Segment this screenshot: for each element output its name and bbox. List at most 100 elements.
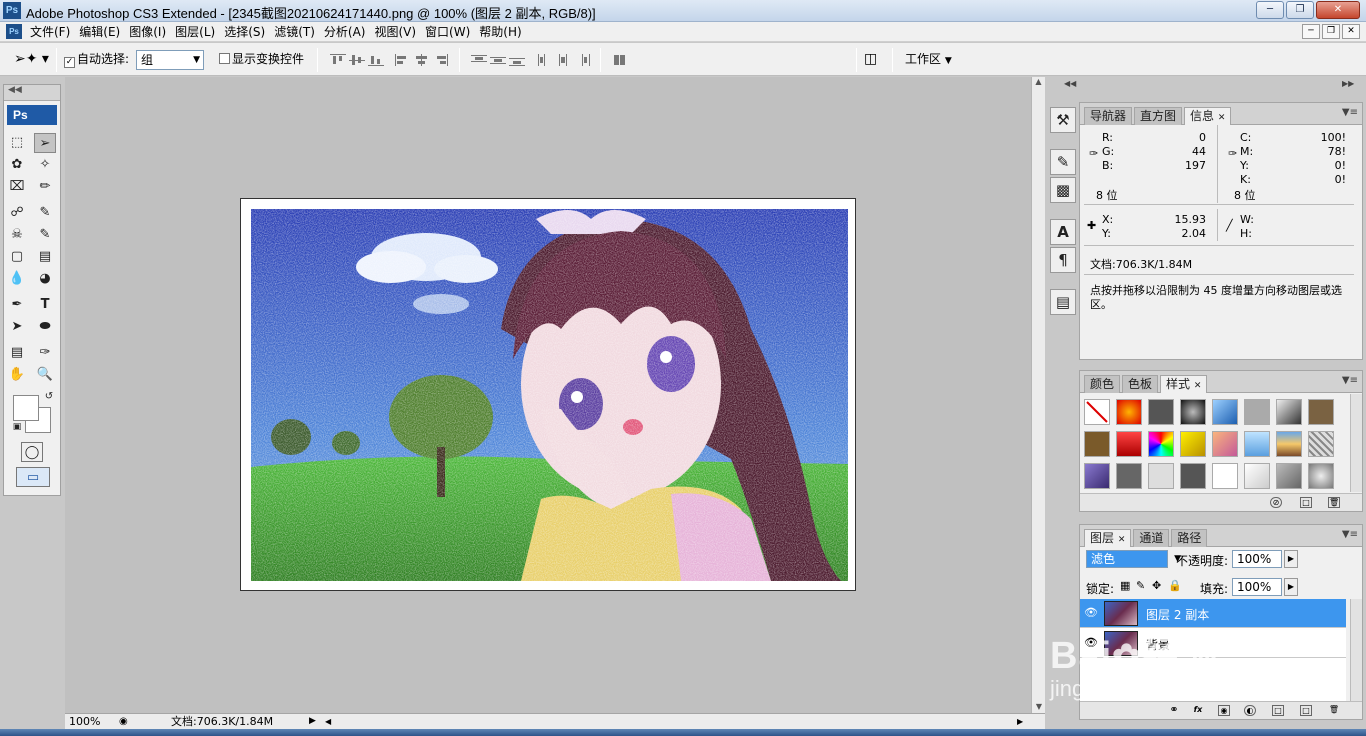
menu-window[interactable]: 窗口(W) xyxy=(423,24,477,40)
panel-menu-icon[interactable]: ▼≡ xyxy=(1342,529,1358,540)
new-layer-icon[interactable]: □ xyxy=(1300,705,1312,716)
align-top-icon[interactable] xyxy=(330,54,346,66)
blur-tool-icon[interactable]: 💧 xyxy=(6,269,28,289)
menu-filter[interactable]: 滤镜(T) xyxy=(272,24,322,40)
close-icon[interactable]: ✕ xyxy=(1316,1,1360,19)
style-swatch[interactable] xyxy=(1084,431,1110,457)
menu-select[interactable]: 选择(S) xyxy=(222,24,272,40)
status-menu-icon[interactable]: ◉ xyxy=(119,714,128,729)
distribute-hcenter-icon[interactable] xyxy=(556,54,572,66)
style-swatch[interactable] xyxy=(1116,431,1142,457)
panel-menu-icon[interactable]: ▼≡ xyxy=(1342,375,1358,386)
style-swatch[interactable] xyxy=(1148,431,1174,457)
minimize-icon[interactable]: ─ xyxy=(1256,1,1284,19)
trash-icon[interactable]: 🗑 xyxy=(1328,705,1340,716)
eraser-tool-icon[interactable]: ▢ xyxy=(6,247,28,267)
auto-align-icon[interactable] xyxy=(612,54,628,66)
layers-scrollbar[interactable] xyxy=(1350,599,1362,701)
anime-girl-image[interactable] xyxy=(251,209,848,581)
brushes-icon[interactable]: ✎ xyxy=(1050,149,1076,175)
scroll-up-icon[interactable]: ▲ xyxy=(1032,77,1045,86)
crop-tool-icon[interactable]: ⌧ xyxy=(6,177,28,197)
align-vcenter-icon[interactable] xyxy=(349,54,365,66)
lock-image-icon[interactable]: ✎ xyxy=(1136,579,1145,592)
tab-paths[interactable]: 路径 xyxy=(1171,529,1208,547)
tab-styles[interactable]: 样式 ✕ xyxy=(1160,375,1208,393)
default-colors-icon[interactable]: ▣ xyxy=(6,417,28,437)
style-swatch[interactable] xyxy=(1084,463,1110,489)
move-tool-icon[interactable]: ➢ xyxy=(34,133,56,153)
collapse-dock-icon[interactable]: ▶▶ xyxy=(1342,79,1354,88)
panel-menu-icon[interactable]: ▼≡ xyxy=(1342,107,1358,118)
tab-navigator[interactable]: 导航器 xyxy=(1084,107,1133,125)
visibility-eye-icon[interactable]: 👁 xyxy=(1084,606,1098,619)
quick-mask-icon[interactable]: ◯ xyxy=(21,442,43,462)
tab-color[interactable]: 颜色 xyxy=(1084,375,1121,393)
notes-tool-icon[interactable]: ▤ xyxy=(6,343,28,363)
styles-scrollbar[interactable] xyxy=(1350,394,1362,492)
bridge-icon[interactable]: ◫ xyxy=(864,50,877,68)
status-arrow-icon[interactable]: ▶ xyxy=(309,714,316,729)
lasso-tool-icon[interactable]: ✿ xyxy=(6,155,28,175)
auto-select-checkbox[interactable]: ✓ 自动选择: xyxy=(64,50,129,68)
style-none-swatch[interactable] xyxy=(1084,399,1110,425)
adjustment-layer-icon[interactable]: ◐ xyxy=(1244,705,1256,716)
menu-help[interactable]: 帮助(H) xyxy=(477,24,528,40)
style-swatch[interactable] xyxy=(1212,399,1238,425)
style-swatch[interactable] xyxy=(1116,399,1142,425)
swap-colors-icon[interactable]: ↺ xyxy=(38,387,60,407)
align-left-icon[interactable] xyxy=(395,54,411,66)
layer-style-icon[interactable]: fx xyxy=(1192,705,1204,716)
menu-file[interactable]: 文件(F) xyxy=(28,24,77,40)
style-swatch[interactable] xyxy=(1116,463,1142,489)
tab-layers[interactable]: 图层 ✕ xyxy=(1084,529,1132,547)
style-swatch[interactable] xyxy=(1212,463,1238,489)
distribute-bottom-icon[interactable] xyxy=(509,54,525,66)
healing-brush-icon[interactable]: ☍ xyxy=(6,203,28,223)
tab-swatches[interactable]: 色板 xyxy=(1122,375,1159,393)
doc-restore-icon[interactable]: ❐ xyxy=(1322,24,1340,39)
pen-tool-icon[interactable]: ✒ xyxy=(6,295,28,315)
fill-field[interactable]: 100% xyxy=(1232,578,1282,596)
tab-channels[interactable]: 通道 xyxy=(1133,529,1170,547)
character-icon[interactable]: A xyxy=(1050,219,1076,245)
zoom-tool-icon[interactable]: 🔍 xyxy=(34,365,56,385)
style-swatch[interactable] xyxy=(1308,463,1334,489)
tools-preset-icon[interactable]: ⚒ xyxy=(1050,107,1076,133)
slice-tool-icon[interactable]: ✏ xyxy=(34,177,56,197)
collapse-icon[interactable]: ◀◀ xyxy=(4,85,60,101)
style-swatch[interactable] xyxy=(1244,431,1270,457)
magic-wand-icon[interactable]: ✧ xyxy=(34,155,56,175)
fill-slider-icon[interactable]: ▶ xyxy=(1284,578,1298,596)
expand-dock-icon[interactable]: ◀◀ xyxy=(1064,79,1076,88)
hand-tool-icon[interactable]: ✋ xyxy=(6,365,28,385)
hscroll-right-icon[interactable]: ▶ xyxy=(1017,714,1023,729)
distribute-top-icon[interactable] xyxy=(471,54,487,66)
lock-transparent-icon[interactable]: ▦ xyxy=(1120,579,1130,592)
style-swatch[interactable] xyxy=(1180,399,1206,425)
zoom-level[interactable]: 100% xyxy=(69,714,100,729)
close-tab-icon[interactable]: ✕ xyxy=(1194,381,1202,391)
distribute-right-icon[interactable] xyxy=(575,54,591,66)
marquee-tool-icon[interactable]: ⬚ xyxy=(6,133,28,153)
clone-stamp-icon[interactable]: ☠ xyxy=(6,225,28,245)
new-style-icon[interactable]: □ xyxy=(1300,497,1312,508)
scroll-down-icon[interactable]: ▼ xyxy=(1032,702,1046,711)
workspace-menu[interactable]: 工作区 ▼ xyxy=(905,50,952,70)
hscroll-left-icon[interactable]: ◀ xyxy=(325,714,331,729)
style-swatch[interactable] xyxy=(1276,431,1302,457)
clone-source-icon[interactable]: ▩ xyxy=(1050,177,1076,203)
distribute-left-icon[interactable] xyxy=(537,54,553,66)
style-swatch[interactable] xyxy=(1180,463,1206,489)
canvas-area[interactable] xyxy=(65,77,1031,713)
style-swatch[interactable] xyxy=(1308,431,1334,457)
screen-mode-icon[interactable]: ▭ xyxy=(16,467,50,487)
type-tool-icon[interactable]: T xyxy=(34,295,56,315)
tab-histogram[interactable]: 直方图 xyxy=(1134,107,1183,125)
restore-icon[interactable]: ❐ xyxy=(1286,1,1314,19)
style-swatch[interactable] xyxy=(1148,463,1174,489)
link-layers-icon[interactable]: ⚭ xyxy=(1168,704,1180,716)
vertical-scrollbar[interactable]: ▲ ▼ xyxy=(1031,77,1045,713)
auto-select-dropdown[interactable]: 组 ▼ xyxy=(136,50,204,70)
gradient-tool-icon[interactable]: ▤ xyxy=(34,247,56,267)
